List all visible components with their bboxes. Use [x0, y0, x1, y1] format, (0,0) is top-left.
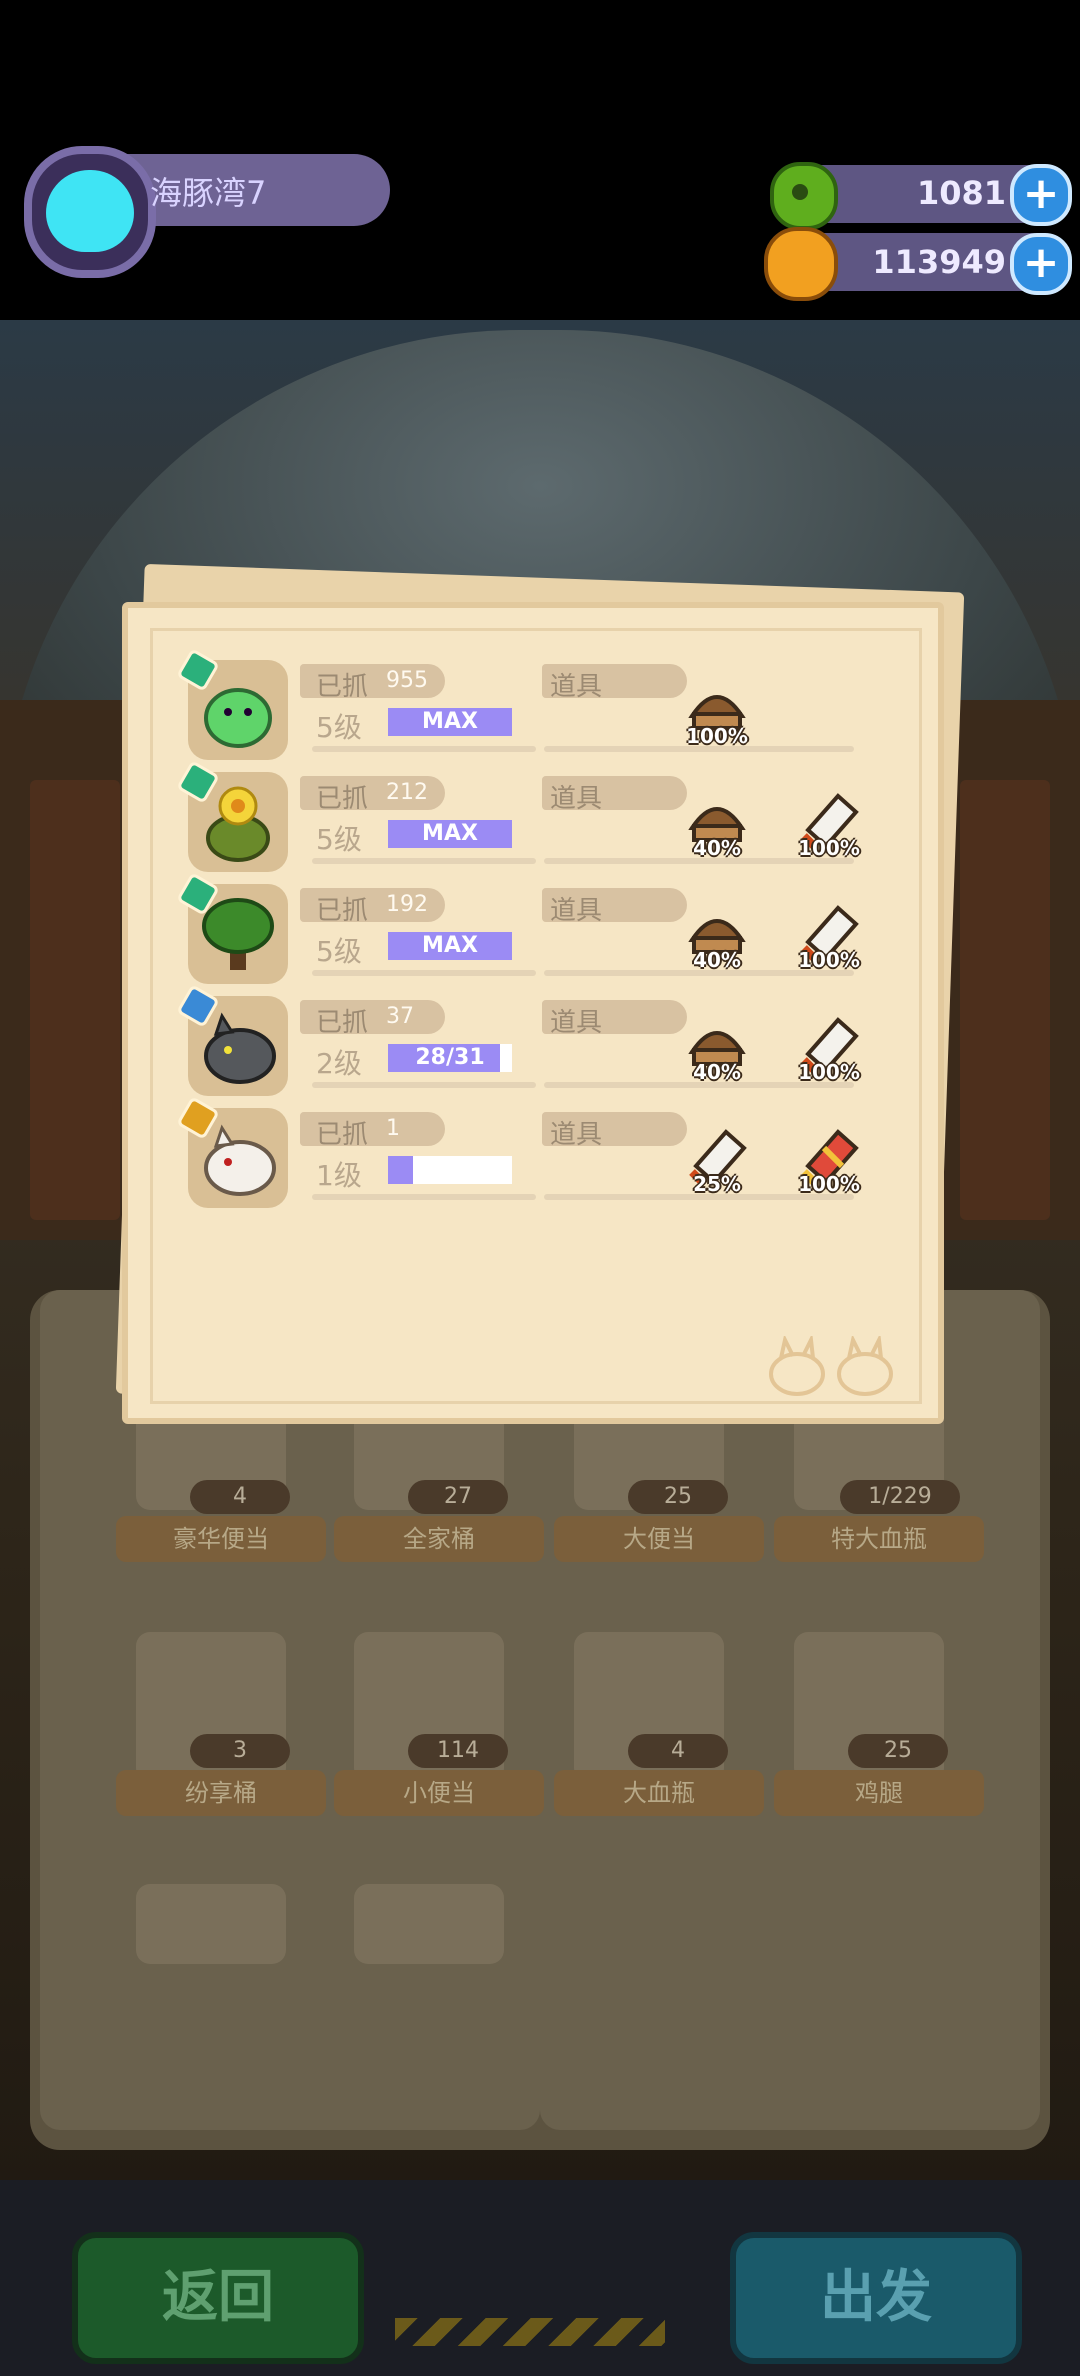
monster-row[interactable]: 已抓 192 5级 MAX 道具 40% 100%	[176, 872, 888, 984]
item-count: 4	[628, 1734, 728, 1768]
caught-count: 192	[386, 892, 428, 917]
item-name: 全家桶	[334, 1516, 544, 1562]
paper-scroll-icon[interactable]: 25%	[682, 1122, 752, 1196]
props-label: 道具	[550, 784, 603, 814]
red-scroll-icon[interactable]: 100%	[794, 1122, 864, 1196]
gold-planet-coin-icon	[764, 227, 838, 301]
brown-nut-icon[interactable]: 100%	[682, 674, 752, 748]
add-currency-button[interactable]: +	[1010, 233, 1072, 295]
level-progress-text: MAX	[422, 933, 478, 958]
green-donut-coin-icon	[770, 162, 838, 230]
monster-row[interactable]: 已抓 955 5级 MAX 道具 100%	[176, 648, 888, 760]
row-divider	[312, 1082, 536, 1088]
item-count: 4	[190, 1480, 290, 1514]
drop-chance: 100%	[798, 1060, 860, 1084]
caught-count: 37	[386, 1004, 414, 1029]
props-label: 道具	[550, 1008, 603, 1038]
drop-chance: 100%	[798, 1172, 860, 1196]
level-progress-bar: MAX	[388, 708, 512, 736]
caught-label: 已抓	[316, 672, 369, 702]
item-name: 大血瓶	[554, 1770, 764, 1816]
monster-level: 2级	[316, 1047, 362, 1080]
level-progress-bar: MAX	[388, 820, 512, 848]
drop-chance: 40%	[693, 1060, 741, 1084]
row-divider	[312, 746, 536, 752]
banner-left	[30, 780, 120, 1220]
item-count: 3	[190, 1734, 290, 1768]
monster-level: 5级	[316, 935, 362, 968]
level-progress-text: 28/31	[415, 1045, 485, 1070]
level-progress-bar: 28/31	[388, 1044, 512, 1072]
add-currency-button[interactable]: +	[1010, 164, 1072, 226]
banner-right	[960, 780, 1050, 1220]
caught-count: 1	[386, 1116, 400, 1141]
monster-level: 5级	[316, 823, 362, 856]
level-progress-text: MAX	[422, 709, 478, 734]
caught-label: 已抓	[316, 896, 369, 926]
props-label: 道具	[550, 1120, 603, 1150]
caught-count: 212	[386, 780, 428, 805]
brown-nut-icon[interactable]: 40%	[682, 898, 752, 972]
item-name: 特大血瓶	[774, 1516, 984, 1562]
back-button[interactable]: 返回	[72, 2232, 364, 2364]
drop-chance: 25%	[693, 1172, 741, 1196]
item-name: 小便当	[334, 1770, 544, 1816]
monster-row[interactable]: 已抓 1 1级 1/5 道具 25% 100%	[176, 1096, 888, 1208]
drop-chance: 40%	[693, 948, 741, 972]
drop-chance: 100%	[798, 836, 860, 860]
paper-scroll-icon[interactable]: 100%	[794, 1010, 864, 1084]
item-name: 纷享桶	[116, 1770, 326, 1816]
level-progress-text: MAX	[422, 821, 478, 846]
item-count: 25	[628, 1480, 728, 1514]
props-label: 道具	[550, 896, 603, 926]
currency-amount: 1081	[916, 174, 1006, 212]
brown-nut-icon[interactable]: 40%	[682, 786, 752, 860]
row-divider	[312, 858, 536, 864]
caught-label: 已抓	[316, 1008, 369, 1038]
monster-level: 5级	[316, 711, 362, 744]
item-count: 27	[408, 1480, 508, 1514]
drop-chance: 100%	[686, 724, 748, 748]
level-progress-bar: MAX	[388, 932, 512, 960]
caught-label: 已抓	[316, 784, 369, 814]
paper-scroll-icon[interactable]: 100%	[794, 786, 864, 860]
item-count: 25	[848, 1734, 948, 1768]
item-tile[interactable]	[136, 1884, 286, 1964]
currency-amount: 113949	[872, 243, 1006, 281]
row-divider	[312, 970, 536, 976]
drop-chance: 40%	[693, 836, 741, 860]
monster-row[interactable]: 已抓 37 2级 28/31 道具 40% 100%	[176, 984, 888, 1096]
item-count: 114	[408, 1734, 508, 1768]
props-label: 道具	[550, 672, 603, 702]
item-tile[interactable]	[354, 1884, 504, 1964]
monster-row[interactable]: 已抓 212 5级 MAX 道具 40% 100%	[176, 760, 888, 872]
level-progress-bar: 1/5	[388, 1156, 512, 1184]
item-count: 1/229	[840, 1480, 960, 1514]
cat-face-icon	[46, 170, 134, 252]
item-name: 豪华便当	[116, 1516, 326, 1562]
hazard-stripe	[395, 2318, 665, 2346]
level-progress-text: 1/5	[430, 1157, 470, 1182]
depart-button[interactable]: 出发	[730, 2232, 1022, 2364]
caught-count: 955	[386, 668, 428, 693]
monster-level: 1级	[316, 1159, 362, 1192]
brown-nut-icon[interactable]: 40%	[682, 1010, 752, 1084]
row-divider	[312, 1194, 536, 1200]
item-name: 鸡腿	[774, 1770, 984, 1816]
item-name: 大便当	[554, 1516, 764, 1562]
paper-scroll-icon[interactable]: 100%	[794, 898, 864, 972]
player-avatar[interactable]	[24, 146, 156, 278]
caught-label: 已抓	[316, 1120, 369, 1150]
drop-chance: 100%	[798, 948, 860, 972]
player-name: 海豚湾7	[150, 174, 267, 212]
bunny-decoration-icon	[769, 1336, 893, 1396]
monster-catch-popup[interactable]: 已抓 955 5级 MAX 道具 100% 已抓 212 5级 MAX 道具 4…	[122, 602, 944, 1424]
